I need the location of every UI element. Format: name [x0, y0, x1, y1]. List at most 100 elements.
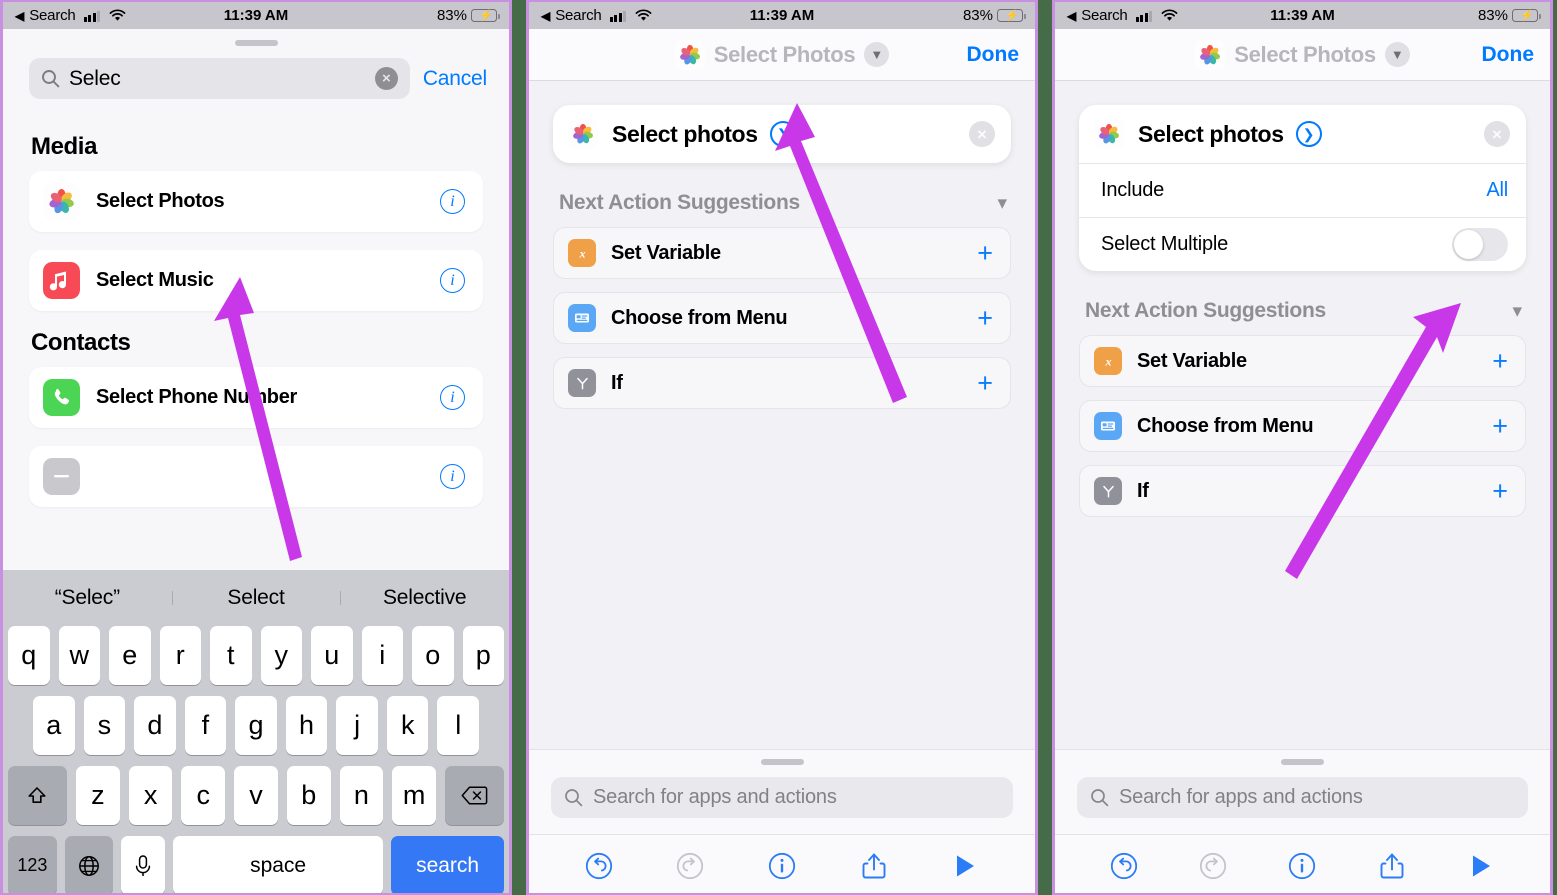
suggestion-row-if[interactable]: If +: [1079, 465, 1526, 517]
chevron-down-icon[interactable]: ▾: [997, 192, 1007, 215]
key-a[interactable]: a: [32, 696, 75, 755]
cancel-button[interactable]: Cancel: [423, 67, 487, 91]
plus-icon[interactable]: +: [1492, 412, 1508, 440]
clear-circle-icon[interactable]: ×: [374, 67, 398, 90]
key-w[interactable]: w: [58, 626, 100, 685]
result-row-select-photos[interactable]: Select Photos i: [29, 171, 483, 232]
info-circle-icon[interactable]: i: [440, 464, 465, 489]
key-x[interactable]: x: [128, 766, 173, 825]
dock-search-placeholder: Search for apps and actions: [1119, 786, 1363, 808]
close-circle-icon[interactable]: ×: [969, 121, 995, 147]
close-circle-icon[interactable]: ×: [1484, 121, 1510, 147]
chevron-down-icon[interactable]: ▼: [864, 42, 890, 67]
key-b[interactable]: b: [286, 766, 331, 825]
key-g[interactable]: g: [235, 696, 277, 755]
result-row-partial[interactable]: i: [29, 446, 483, 507]
key-v[interactable]: v: [234, 766, 278, 825]
dock-search-input[interactable]: Search for apps and actions: [551, 777, 1013, 818]
dock-search-input[interactable]: Search for apps and actions: [1077, 777, 1528, 818]
key-c[interactable]: c: [181, 766, 226, 825]
action-card-header[interactable]: Select photos ❯ ×: [1079, 105, 1526, 163]
numbers-key[interactable]: 123: [8, 836, 57, 893]
done-button[interactable]: Done: [1482, 43, 1535, 67]
chevron-down-circle-icon[interactable]: ❯: [1295, 121, 1322, 147]
share-icon[interactable]: [1377, 851, 1407, 881]
key-h[interactable]: h: [285, 696, 328, 755]
key-e[interactable]: e: [109, 626, 151, 685]
suggestions-header-2[interactable]: Next Action Suggestions ▾: [559, 191, 1007, 215]
select-multiple-toggle[interactable]: [1452, 228, 1508, 261]
sheet-grabber[interactable]: [3, 29, 509, 46]
chevron-down-icon[interactable]: ▼: [1384, 42, 1410, 67]
bottom-dock-3: Search for apps and actions: [1055, 749, 1550, 834]
nav-title-group[interactable]: Select Photos ▼: [1055, 39, 1550, 70]
key-y[interactable]: y: [260, 626, 302, 685]
key-k[interactable]: k: [386, 696, 429, 755]
plus-icon[interactable]: +: [977, 369, 993, 397]
action-card-select-photos-expanded[interactable]: Select photos ❯ × Include All Select Mul…: [1079, 105, 1526, 271]
plus-icon[interactable]: +: [977, 304, 993, 332]
suggestion-row-set-variable[interactable]: x Set Variable +: [553, 227, 1011, 279]
plus-icon[interactable]: +: [1492, 477, 1508, 505]
suggestion-row-choose-from-menu[interactable]: Choose from Menu +: [1079, 400, 1526, 452]
result-row-select-music[interactable]: Select Music i: [29, 250, 483, 311]
key-z[interactable]: z: [75, 766, 120, 825]
parameter-row-select-multiple[interactable]: Select Multiple: [1079, 217, 1526, 271]
prediction-2[interactable]: Selective: [340, 586, 509, 610]
key-n[interactable]: n: [339, 766, 384, 825]
status-bar-3: ◀ Search 11:39 AM 83% ⚡: [1055, 2, 1550, 29]
undo-icon[interactable]: [584, 851, 614, 881]
parameter-row-include[interactable]: Include All: [1079, 163, 1526, 217]
dock-grabber[interactable]: [1055, 750, 1550, 765]
info-circle-icon[interactable]: i: [440, 385, 465, 410]
action-card-header[interactable]: Select photos ❯ ×: [553, 105, 1011, 163]
parameter-value[interactable]: All: [1486, 179, 1508, 202]
shift-arrow-icon[interactable]: [7, 766, 67, 825]
backspace-icon[interactable]: [445, 766, 505, 825]
battery-charging-icon: ⚡: [997, 9, 1026, 22]
suggestion-row-set-variable[interactable]: x Set Variable +: [1079, 335, 1526, 387]
share-icon[interactable]: [859, 851, 889, 881]
chevron-right-circle-icon[interactable]: ❯: [769, 121, 796, 147]
group-title-media: Media: [31, 133, 98, 160]
key-t[interactable]: t: [210, 626, 252, 685]
info-icon[interactable]: [1287, 851, 1317, 881]
chevron-down-icon[interactable]: ▾: [1512, 300, 1522, 323]
action-card-select-photos[interactable]: Select photos ❯ ×: [553, 105, 1011, 163]
editor-body-2: Select photos ❯ × Next Action Suggestion…: [529, 81, 1035, 749]
plus-icon[interactable]: +: [1492, 347, 1508, 375]
info-circle-icon[interactable]: i: [440, 189, 465, 214]
key-i[interactable]: i: [361, 626, 403, 685]
key-q[interactable]: q: [8, 626, 50, 685]
key-s[interactable]: s: [83, 696, 126, 755]
key-r[interactable]: r: [159, 626, 201, 685]
key-p[interactable]: p: [462, 626, 504, 685]
search-return-key[interactable]: search: [391, 836, 504, 893]
prediction-1[interactable]: Select: [171, 586, 341, 610]
key-o[interactable]: o: [412, 626, 454, 685]
undo-icon[interactable]: [1109, 851, 1139, 881]
dock-grabber[interactable]: [529, 750, 1035, 765]
nav-title-group[interactable]: Select Photos ▼: [529, 39, 1035, 70]
result-row-select-phone-number[interactable]: Select Phone Number i: [29, 367, 483, 428]
key-d[interactable]: d: [134, 696, 176, 755]
info-icon[interactable]: [767, 851, 797, 881]
suggestion-row-choose-from-menu[interactable]: Choose from Menu +: [553, 292, 1011, 344]
key-f[interactable]: f: [184, 696, 227, 755]
prediction-0[interactable]: “Selec”: [3, 586, 172, 610]
key-u[interactable]: u: [311, 626, 353, 685]
done-button[interactable]: Done: [967, 43, 1020, 67]
key-l[interactable]: l: [437, 696, 480, 755]
play-icon[interactable]: [1466, 851, 1496, 881]
microphone-icon[interactable]: [121, 836, 165, 893]
play-icon[interactable]: [950, 851, 980, 881]
key-m[interactable]: m: [392, 766, 437, 825]
plus-icon[interactable]: +: [977, 239, 993, 267]
suggestion-row-if[interactable]: If +: [553, 357, 1011, 409]
key-j[interactable]: j: [336, 696, 378, 755]
search-input[interactable]: Selec ×: [29, 58, 410, 99]
space-key[interactable]: space: [172, 836, 384, 893]
globe-icon[interactable]: [64, 836, 114, 893]
suggestions-header-3[interactable]: Next Action Suggestions ▾: [1085, 299, 1522, 323]
info-circle-icon[interactable]: i: [440, 268, 465, 293]
